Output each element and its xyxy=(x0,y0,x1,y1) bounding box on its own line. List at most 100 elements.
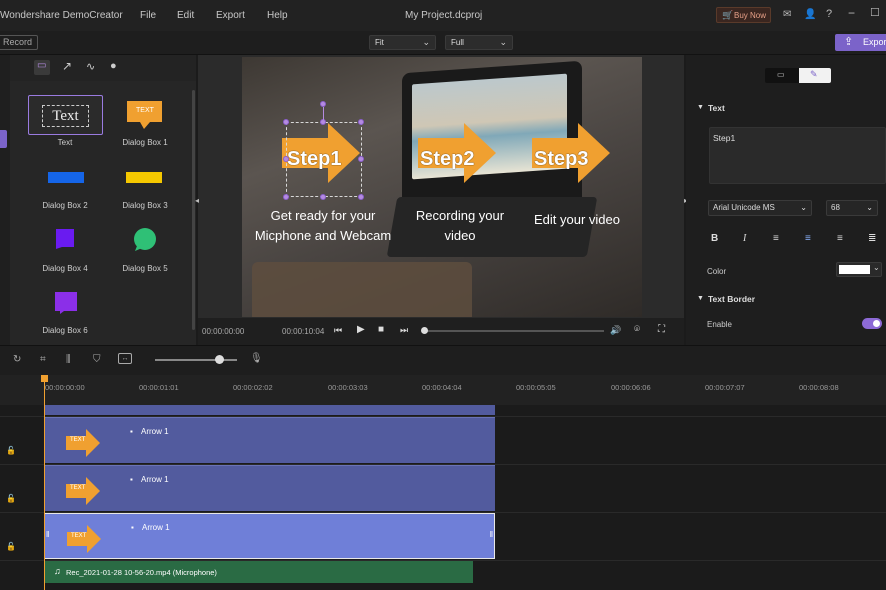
resize-handle[interactable] xyxy=(283,194,289,200)
resize-handle[interactable] xyxy=(283,119,289,125)
tab-video-properties[interactable]: ▭ xyxy=(765,68,799,83)
progress-thumb[interactable] xyxy=(421,327,428,334)
play-icon[interactable]: ▶ xyxy=(357,324,365,335)
color-label: Color xyxy=(707,267,727,276)
snapshot-icon[interactable]: ⌾ xyxy=(634,324,640,335)
buy-now-button[interactable]: 🛒 Buy Now xyxy=(716,7,771,23)
laptop-image xyxy=(252,262,472,317)
next-frame-icon[interactable]: ⏭ xyxy=(400,325,408,336)
justify-icon[interactable]: ≣ xyxy=(868,233,876,244)
menu-edit[interactable]: Edit xyxy=(177,10,194,21)
chevron-down-icon: ⌄ xyxy=(499,37,507,47)
volume-icon[interactable]: 🔊 xyxy=(610,325,621,336)
stop-icon[interactable]: ■ xyxy=(378,324,384,335)
arrow-tool-icon[interactable]: ↗ xyxy=(62,59,72,73)
resize-handle[interactable] xyxy=(358,194,364,200)
collapse-triangle-icon[interactable]: ▼ xyxy=(697,104,704,111)
dialog-box-3[interactable] xyxy=(126,172,162,183)
collapse-triangle-icon[interactable]: ▼ xyxy=(697,295,704,302)
prev-frame-icon[interactable]: ⏮ xyxy=(334,325,342,336)
text-border-toggle[interactable] xyxy=(862,318,882,329)
help-icon[interactable]: ? xyxy=(826,8,832,20)
italic-icon[interactable]: I xyxy=(743,233,746,244)
app-title: Wondershare DemoCreator xyxy=(0,10,123,21)
fullscreen-icon[interactable]: ⛶ xyxy=(658,324,665,335)
ruler-tick: 00:00:02:02 xyxy=(233,383,273,392)
dialog-box-2-label: Dialog Box 2 xyxy=(42,201,88,210)
total-time: 00:00:10:04 xyxy=(282,327,325,336)
collapse-left-icon[interactable]: ◂ xyxy=(195,196,199,205)
wave-tool-icon[interactable]: ∿ xyxy=(86,60,95,73)
resize-handle[interactable] xyxy=(320,194,326,200)
progress-bar[interactable] xyxy=(424,330,604,332)
dialog-box-4-label: Dialog Box 4 xyxy=(42,264,88,273)
text-border-title: Text Border xyxy=(708,294,756,304)
annotation-tool-active[interactable] xyxy=(0,130,7,148)
chevron-down-icon: ⌄ xyxy=(866,203,873,212)
export-button[interactable]: ⇪ Expor xyxy=(835,34,886,51)
audio-clip[interactable]: ♫ Rec_2021-01-28 10-56-20.mp4 (Microphon… xyxy=(44,561,473,583)
zoom-slider[interactable] xyxy=(155,359,237,361)
bold-icon[interactable]: B xyxy=(711,233,718,244)
step2-text[interactable]: Step2 xyxy=(420,148,474,171)
resize-handle[interactable] xyxy=(358,156,364,162)
split-icon[interactable]: ⫼ xyxy=(66,354,71,365)
dialog-box-5[interactable] xyxy=(133,228,157,252)
lock-icon[interactable]: 🔓 xyxy=(6,494,16,503)
tab-dialog[interactable]: ▭ xyxy=(34,60,50,75)
resize-handle[interactable] xyxy=(283,156,289,162)
align-center-icon[interactable]: ≡ xyxy=(805,233,811,244)
dialog-box-5-label: Dialog Box 5 xyxy=(122,264,168,273)
zoom-slider-thumb[interactable] xyxy=(215,355,224,364)
quality-select[interactable]: Full ⌄ xyxy=(445,35,513,50)
dialog-box-6-label: Dialog Box 6 xyxy=(42,326,88,335)
video-canvas[interactable]: Step1 Step2 Step3 Get ready for your Mic… xyxy=(242,57,642,317)
redo-icon[interactable]: ↻ xyxy=(13,354,21,365)
resize-handle[interactable] xyxy=(358,119,364,125)
maximize-icon[interactable]: ☐ xyxy=(870,6,880,19)
text-content-field[interactable]: Step1 xyxy=(709,127,886,184)
speed-icon[interactable]: ↔ xyxy=(118,353,132,364)
step3-text[interactable]: Step3 xyxy=(534,148,588,171)
marker-icon[interactable]: ⛉ xyxy=(93,354,101,365)
dialog-box-2[interactable] xyxy=(48,172,84,183)
font-family-select[interactable]: Arial Unicode MS ⌄ xyxy=(708,200,812,216)
comment-icon: ▪ xyxy=(130,475,133,484)
menu-file[interactable]: File xyxy=(140,10,156,21)
mail-icon[interactable]: ✉ xyxy=(783,9,791,20)
lock-icon[interactable]: 🔓 xyxy=(6,446,16,455)
crop-icon[interactable]: ⌗ xyxy=(40,354,46,365)
lock-icon[interactable]: 🔓 xyxy=(6,542,16,551)
record-button[interactable]: Record xyxy=(0,35,38,50)
fit-select[interactable]: Fit ⌄ xyxy=(369,35,436,50)
dialog-box-6[interactable] xyxy=(54,291,78,315)
align-right-icon[interactable]: ≡ xyxy=(837,233,843,244)
shape-tool-icon[interactable]: ● xyxy=(110,60,117,72)
trim-handle-right: ‖ xyxy=(489,530,493,539)
timeline-clip[interactable]: TEXT ▪ Arrow 1 xyxy=(44,465,495,511)
dialog-box-4[interactable] xyxy=(54,228,76,250)
microphone-icon[interactable]: 🎙 xyxy=(250,353,263,364)
align-left-icon[interactable]: ≡ xyxy=(773,233,779,244)
left-tool-strip xyxy=(0,55,10,345)
dialog-box-1[interactable]: TEXT xyxy=(126,100,163,130)
current-time: 00:00:00:00 xyxy=(202,327,245,336)
color-picker[interactable]: ⌄ xyxy=(836,262,882,277)
timeline-clip[interactable]: TEXT ▪ Arrow 1 xyxy=(44,417,495,463)
timeline-clip-selected[interactable]: ‖ TEXT ▪ Arrow 1 ‖ xyxy=(44,513,495,559)
menu-export[interactable]: Export xyxy=(216,10,245,21)
text-template[interactable]: Text xyxy=(28,95,103,135)
ruler-tick: 00:00:01:01 xyxy=(139,383,179,392)
font-size-select[interactable]: 68 ⌄ xyxy=(826,200,878,216)
user-icon[interactable]: 👤 xyxy=(804,9,816,20)
project-name: My Project.dcproj xyxy=(405,10,483,21)
clip-top-partial[interactable] xyxy=(44,405,495,415)
playhead[interactable] xyxy=(44,375,45,590)
tab-annotation-properties[interactable]: ✎ xyxy=(799,68,831,83)
panel-scrollbar[interactable] xyxy=(192,90,195,330)
timeline-toolbar xyxy=(0,345,886,375)
playhead-marker[interactable] xyxy=(41,375,48,382)
minimize-icon[interactable]: − xyxy=(848,6,855,20)
menu-help[interactable]: Help xyxy=(267,10,288,21)
cart-icon: 🛒 xyxy=(722,10,734,20)
